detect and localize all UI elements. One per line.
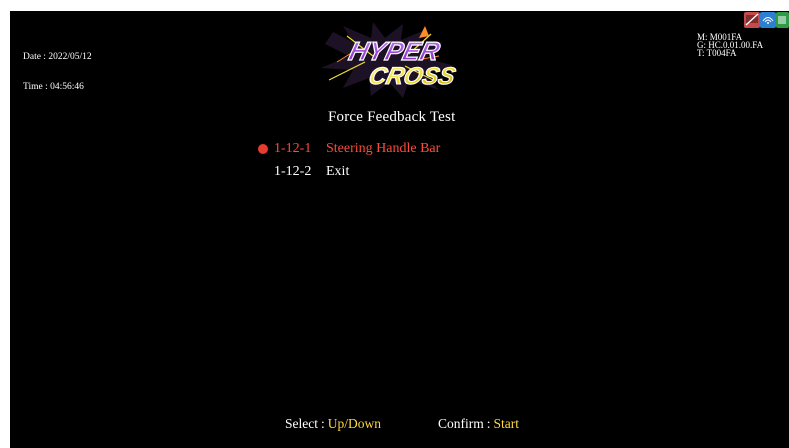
footer-select-hint: Select: Up/Down bbox=[285, 416, 382, 431]
menu-item-label: Exit bbox=[326, 164, 350, 179]
select-label: Select bbox=[285, 416, 318, 431]
confirm-label: Confirm bbox=[438, 416, 484, 431]
ir-sensor-icon bbox=[760, 12, 776, 28]
select-key: Up/Down bbox=[327, 416, 382, 431]
time-text: Time : 04:56:46 bbox=[23, 82, 84, 92]
hyper-cross-logo: HYPER CROSS bbox=[321, 22, 459, 98]
menu-title: Force Feedback Test bbox=[328, 109, 456, 125]
menu-item-code: 1-12-2 bbox=[274, 164, 312, 179]
terminal-id-text: T: T004FA bbox=[697, 48, 737, 58]
menu-item-steering-handle-bar[interactable]: 1-12-1 Steering Handle Bar bbox=[258, 139, 498, 158]
confirm-key: Start bbox=[493, 416, 520, 431]
service-menu-screen: Date : 2022/05/12 Time : 04:56:46 M: M00… bbox=[10, 11, 789, 448]
menu-item-code: 1-12-1 bbox=[274, 141, 312, 156]
status-icons bbox=[744, 12, 789, 32]
datetime-display: Date : 2022/05/12 Time : 04:56:46 bbox=[23, 32, 92, 112]
logo-hyper-text: HYPER bbox=[346, 36, 443, 66]
menu-item-exit[interactable]: 1-12-2 Exit bbox=[258, 162, 498, 181]
footer-confirm-hint: Confirm: Start bbox=[438, 416, 520, 431]
logo-cross-text: CROSS bbox=[366, 63, 458, 90]
network-disconnected-icon bbox=[744, 12, 760, 28]
date-text: Date : 2022/05/12 bbox=[23, 52, 92, 62]
selection-indicator-icon bbox=[258, 144, 268, 154]
machine-info: M: M001FA G: HC.0.01.00.FA T: T004FA bbox=[697, 33, 763, 58]
menu-item-label: Steering Handle Bar bbox=[326, 141, 441, 156]
status-green-icon bbox=[776, 12, 789, 28]
